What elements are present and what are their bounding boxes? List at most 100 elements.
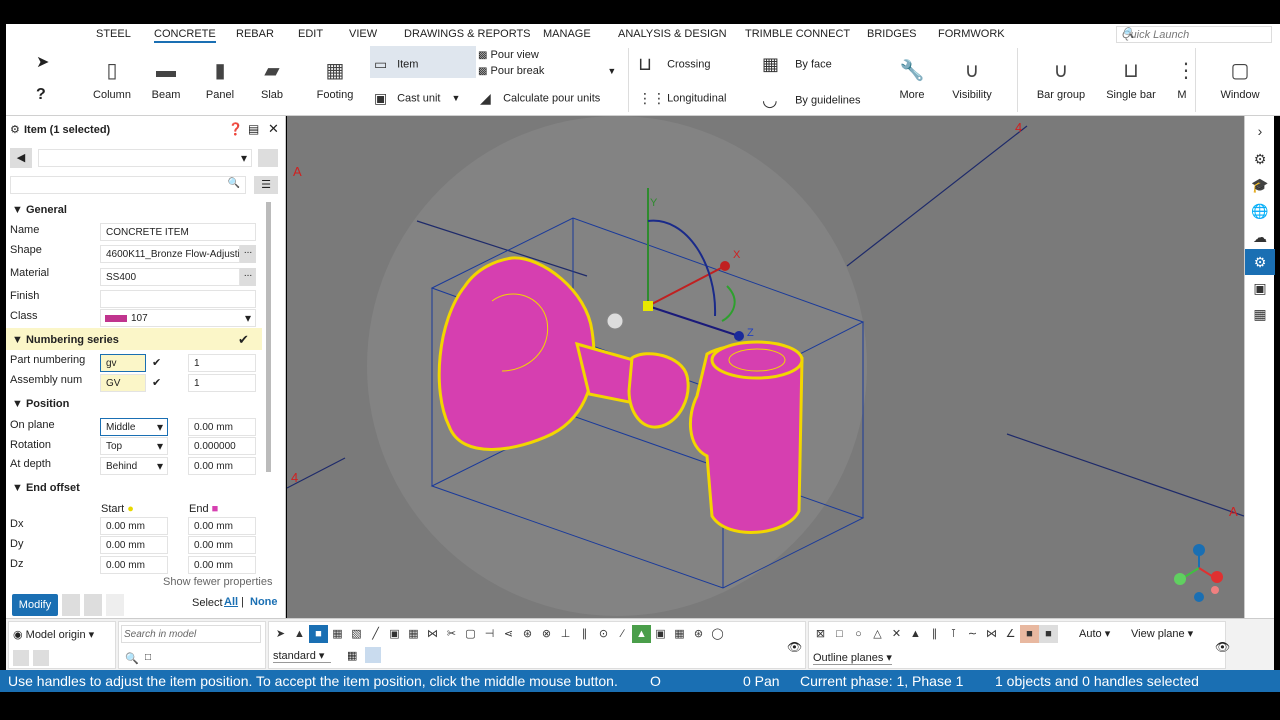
- item-button[interactable]: ▭ Item: [370, 46, 476, 78]
- modify-button[interactable]: Modify: [12, 594, 58, 616]
- select-assemblies-icon[interactable]: ▧: [347, 625, 366, 643]
- standard-select[interactable]: standard ▾: [273, 649, 331, 663]
- components-icon[interactable]: ▦: [1245, 301, 1275, 327]
- eye-icon[interactable]: 👁: [1215, 640, 1230, 654]
- ribbon-overflow-button[interactable]: ⋮ M: [1176, 56, 1196, 101]
- search-model-input[interactable]: Search in model: [121, 625, 261, 643]
- section-position[interactable]: ▼ Position: [12, 398, 69, 410]
- show-fewer-properties-link[interactable]: Show fewer properties: [163, 576, 272, 588]
- pick-icon[interactable]: [62, 594, 80, 616]
- origin-handle[interactable]: [643, 301, 653, 311]
- snap-line-icon[interactable]: ∥: [575, 625, 594, 643]
- tab-analysis-design[interactable]: ANALYSIS & DESIGN: [618, 28, 727, 40]
- shape-browse-button[interactable]: ...: [240, 245, 256, 263]
- select-arrow-icon[interactable]: ➤: [36, 52, 49, 72]
- tab-manage[interactable]: MANAGE: [543, 28, 591, 40]
- save-icon[interactable]: [258, 149, 278, 167]
- tab-steel[interactable]: STEEL: [96, 28, 131, 40]
- snap-square-icon[interactable]: □: [830, 625, 849, 643]
- bar-group-button[interactable]: ∪ Bar group: [1032, 56, 1090, 101]
- learning-icon[interactable]: 🎓: [1245, 172, 1275, 198]
- outline-planes-select[interactable]: Outline planes ▾: [813, 651, 892, 665]
- property-search-input[interactable]: 🔍: [10, 176, 246, 194]
- select-none-link[interactable]: None: [250, 596, 278, 608]
- select-lines-icon[interactable]: ╱: [366, 625, 385, 643]
- calculate-pour-units-button[interactable]: ◢ Calculate pour units: [480, 90, 600, 107]
- copy-icon[interactable]: [84, 594, 102, 616]
- settings-icon[interactable]: ⚙: [1245, 249, 1275, 275]
- tab-concrete[interactable]: CONCRETE: [154, 28, 216, 43]
- class-select[interactable]: 107: [100, 309, 256, 327]
- snap-cross-icon[interactable]: ⊠: [811, 625, 830, 643]
- snap-nearest-icon[interactable]: ⊙: [594, 625, 613, 643]
- tab-trimble-connect[interactable]: TRIMBLE CONNECT: [745, 28, 850, 40]
- snap-gray-icon[interactable]: ■: [1039, 625, 1058, 643]
- dy-start-field[interactable]: 0.00 mm: [100, 536, 168, 554]
- section-numbering[interactable]: ▼ Numbering series: [12, 334, 119, 346]
- column-button[interactable]: ▯ Column: [90, 56, 134, 101]
- by-guidelines-button[interactable]: ◡ By guidelines: [762, 90, 861, 111]
- snap-color-icon[interactable]: ■: [1020, 625, 1039, 643]
- snap-end-icon[interactable]: ⊣: [480, 625, 499, 643]
- on-plane-select[interactable]: Middle: [100, 418, 168, 436]
- dy-end-field[interactable]: 0.00 mm: [188, 536, 256, 554]
- panel-scrollbar[interactable]: [266, 202, 271, 472]
- tab-rebar[interactable]: REBAR: [236, 28, 274, 40]
- view-orientation-gizmo[interactable]: [1174, 544, 1223, 602]
- finish-field[interactable]: [100, 290, 256, 308]
- snap-perp-icon[interactable]: ⊥: [556, 625, 575, 643]
- assembly-start-field[interactable]: 1: [188, 374, 256, 392]
- z-handle-knob[interactable]: [734, 331, 744, 341]
- x-handle-knob[interactable]: [720, 261, 730, 271]
- view-plane-select[interactable]: View plane ▾: [1131, 627, 1193, 640]
- tab-edit[interactable]: EDIT: [298, 28, 323, 40]
- part-start-field[interactable]: 1: [188, 354, 256, 372]
- select-pointer-icon[interactable]: ➤: [271, 625, 290, 643]
- snap-free-icon[interactable]: ∕: [613, 625, 632, 643]
- auto-select[interactable]: Auto ▾: [1079, 627, 1110, 640]
- preset-select[interactable]: [38, 149, 252, 167]
- snap-x-icon[interactable]: ✕: [887, 625, 906, 643]
- material-field[interactable]: SS400: [100, 268, 240, 286]
- shape-field[interactable]: 4600K11_Bronze Flow-Adjusti: [100, 245, 240, 263]
- properties-icon[interactable]: ⚙: [1245, 146, 1275, 172]
- model-viewport[interactable]: A 4 4 A Y X Z: [287, 116, 1244, 618]
- midpoint-handle[interactable]: [606, 312, 624, 330]
- zoom-selected-icon[interactable]: □: [145, 652, 151, 663]
- check-icon[interactable]: ✔: [152, 356, 161, 369]
- snap-plane-icon[interactable]: ▣: [651, 625, 670, 643]
- expand-chevron-icon[interactable]: ›: [1245, 118, 1275, 144]
- quick-launch-input[interactable]: Quick Launch 🔍: [1116, 26, 1272, 43]
- dx-end-field[interactable]: 0.00 mm: [188, 517, 256, 535]
- part-prefix-field[interactable]: gv: [100, 354, 146, 372]
- cube-icon[interactable]: ▣: [1245, 275, 1275, 301]
- longitudinal-button[interactable]: ⋮⋮ Longitudinal: [638, 90, 726, 107]
- footing-button[interactable]: ▦ Footing: [308, 56, 362, 101]
- filter-active-icon[interactable]: [365, 647, 381, 663]
- single-bar-button[interactable]: ⊔ Single bar: [1102, 56, 1160, 101]
- snap-triangle-icon[interactable]: △: [868, 625, 887, 643]
- panel-button[interactable]: ▮ Panel: [198, 56, 242, 101]
- cloud-icon[interactable]: ☁: [1245, 224, 1275, 250]
- cut-icon[interactable]: ✂: [442, 625, 461, 643]
- name-field[interactable]: CONCRETE ITEM: [100, 223, 256, 241]
- dz-end-field[interactable]: 0.00 mm: [188, 556, 256, 574]
- tab-formwork[interactable]: FORMWORK: [938, 28, 1005, 40]
- snap-mid-icon[interactable]: ⋖: [499, 625, 518, 643]
- globe-icon[interactable]: 🌐: [1245, 198, 1275, 224]
- snap-angle-icon[interactable]: ∠: [1001, 625, 1020, 643]
- search-icon[interactable]: 🔍: [125, 652, 139, 665]
- add-origin-icon[interactable]: [13, 650, 29, 666]
- visibility-button[interactable]: ∪ Visibility: [944, 56, 1000, 101]
- model-canvas[interactable]: A 4 4 A Y X Z: [287, 116, 1244, 618]
- snap-icon[interactable]: ⋈: [423, 625, 442, 643]
- snap-wave-icon[interactable]: ∼: [963, 625, 982, 643]
- crossing-button[interactable]: ⊔ Crossing: [638, 54, 710, 75]
- rect-icon[interactable]: ▢: [461, 625, 480, 643]
- snap-tri-fill-icon[interactable]: ▲: [906, 625, 925, 643]
- rotation-offset-field[interactable]: 0.000000: [188, 437, 256, 455]
- snap-circle-icon[interactable]: ○: [849, 625, 868, 643]
- section-end-offset[interactable]: ▼ End offset: [12, 482, 80, 494]
- delete-origin-icon[interactable]: [33, 650, 49, 666]
- pin-icon[interactable]: ▤: [248, 122, 259, 136]
